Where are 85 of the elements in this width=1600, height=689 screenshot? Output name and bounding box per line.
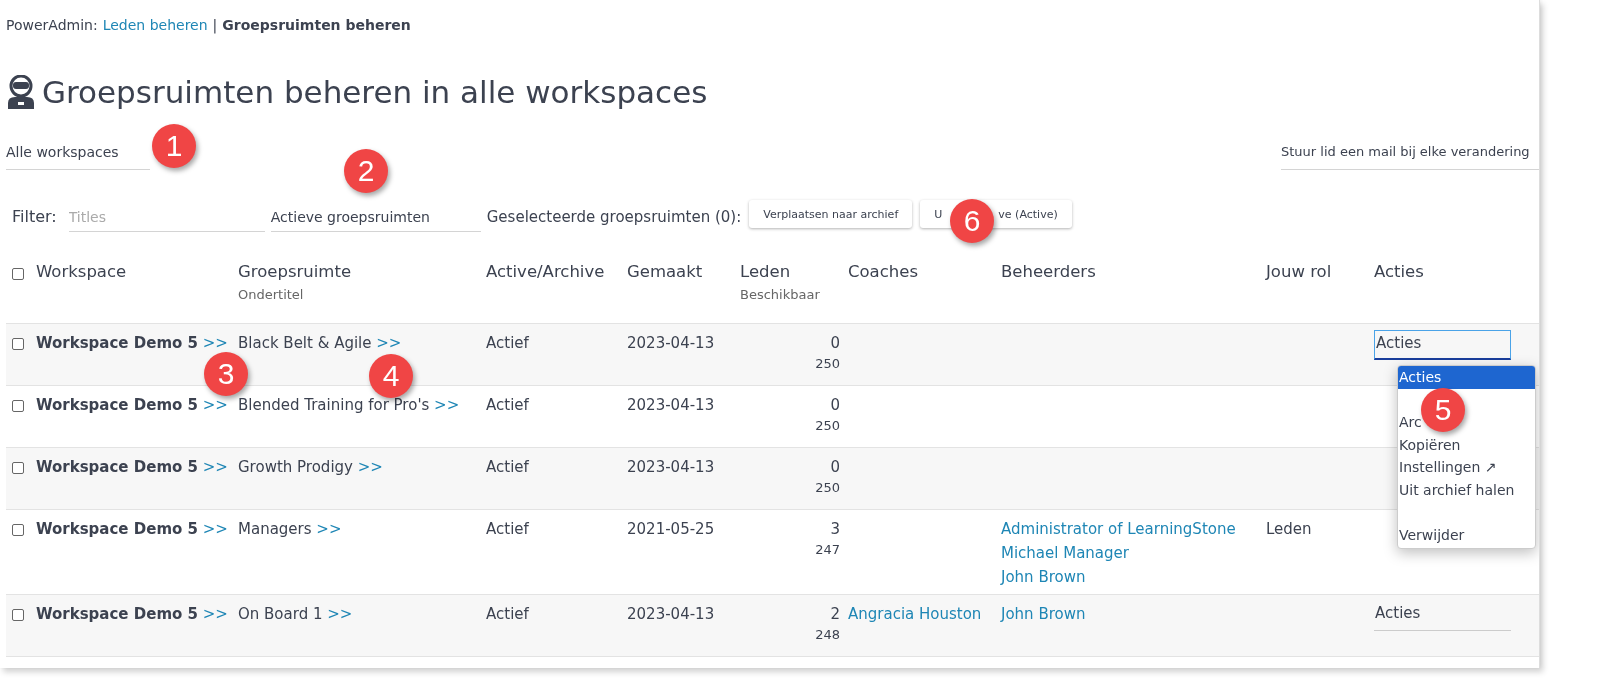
select-all-checkbox[interactable] xyxy=(12,268,24,280)
column-subheader: Ondertitel xyxy=(238,287,305,302)
member-count: 0 xyxy=(830,458,840,476)
date-cell: 2023-04-13 xyxy=(627,605,715,623)
workspace-link[interactable]: >> xyxy=(202,334,228,352)
column-header: Active/Archive xyxy=(486,262,606,281)
group-link[interactable]: >> xyxy=(434,396,460,414)
menu-option[interactable]: Instellingen ↗ xyxy=(1398,456,1535,479)
group-name: Blended Training for Pro's xyxy=(238,396,430,414)
status-cell: Actief xyxy=(486,520,529,538)
status-select[interactable]: Actieve groepsruimten xyxy=(270,205,481,232)
actions-select[interactable]: Acties xyxy=(1374,601,1511,631)
mail-select[interactable]: Stuur lid een mail bij elke verandering xyxy=(1281,140,1539,170)
manager-link[interactable]: John Brown xyxy=(1001,605,1264,623)
row-checkbox[interactable] xyxy=(12,524,24,536)
workspace-link[interactable]: >> xyxy=(202,605,228,623)
row-checkbox[interactable] xyxy=(12,338,24,350)
status-cell: Actief xyxy=(486,458,529,476)
available-count: 250 xyxy=(815,480,840,495)
member-count: 3 xyxy=(830,520,840,538)
workspace-name: Workspace Demo 5 xyxy=(36,605,198,623)
group-name: On Board 1 xyxy=(238,605,323,623)
available-count: 248 xyxy=(815,627,840,642)
group-link[interactable]: >> xyxy=(327,605,353,623)
menu-option[interactable]: Acties xyxy=(1398,366,1535,389)
column-header: Groepsruimte xyxy=(238,262,353,281)
page-title: Groepsruimten beheren in alle workspaces xyxy=(42,74,708,110)
group-name: Managers xyxy=(238,520,312,538)
manager-link[interactable]: Michael Manager xyxy=(1001,544,1264,562)
coach-link[interactable]: Angracia Houston xyxy=(848,605,999,623)
column-header: Coaches xyxy=(848,262,919,281)
menu-option[interactable]: Verwijder xyxy=(1398,523,1535,546)
date-cell: 2023-04-13 xyxy=(627,458,715,476)
member-count: 0 xyxy=(830,396,840,414)
column-header: Leden xyxy=(740,262,792,281)
column-header: Beheerders xyxy=(1001,262,1097,281)
column-header: Jouw rol xyxy=(1266,262,1333,281)
workspace-name: Workspace Demo 5 xyxy=(36,334,198,352)
user-icon xyxy=(6,75,36,109)
status-cell: Actief xyxy=(486,605,529,623)
workspace-name: Workspace Demo 5 xyxy=(36,520,198,538)
filter-label: Filter: xyxy=(11,207,58,228)
available-count: 250 xyxy=(815,418,840,433)
workspace-select[interactable]: Alle workspaces xyxy=(6,140,150,170)
menu-option[interactable]: Uit archief halen xyxy=(1398,478,1535,501)
date-cell: 2023-04-13 xyxy=(627,396,715,414)
menu-option[interactable]: Kopiëren xyxy=(1398,433,1535,456)
member-count: 2 xyxy=(830,605,840,623)
callout-badge: 6 xyxy=(950,199,994,243)
breadcrumb-current: Groepsruimten beheren xyxy=(222,17,411,35)
manager-link[interactable]: John Brown xyxy=(1001,568,1264,586)
row-checkbox[interactable] xyxy=(12,462,24,474)
status-cell: Actief xyxy=(486,396,529,414)
workspace-link[interactable]: >> xyxy=(202,520,228,538)
breadcrumb-separator: | xyxy=(212,17,218,36)
date-cell: 2023-04-13 xyxy=(627,334,715,352)
group-link[interactable]: >> xyxy=(316,520,342,538)
date-cell: 2021-05-25 xyxy=(627,520,715,538)
callout-badge: 2 xyxy=(344,149,388,193)
row-checkbox[interactable] xyxy=(12,400,24,412)
actions-select[interactable]: Acties xyxy=(1374,330,1511,360)
member-count: 0 xyxy=(830,334,840,352)
selected-count-label: Geselecteerde groepsruimten (0): xyxy=(486,208,742,228)
workspace-link[interactable]: >> xyxy=(202,458,228,476)
column-header: Gemaakt xyxy=(627,262,704,281)
available-count: 250 xyxy=(815,356,840,371)
breadcrumb-prefix: PowerAdmin: xyxy=(6,17,98,35)
column-header: Acties xyxy=(1374,262,1425,281)
row-checkbox[interactable] xyxy=(12,609,24,621)
available-count: 247 xyxy=(815,542,840,557)
breadcrumb-link[interactable]: Leden beheren xyxy=(102,17,208,39)
callout-badge: 1 xyxy=(152,124,196,168)
group-name: Growth Prodigy xyxy=(238,458,353,476)
workspace-name: Workspace Demo 5 xyxy=(36,396,198,414)
column-subheader: Beschikbaar xyxy=(740,287,821,302)
workspace-name: Workspace Demo 5 xyxy=(36,458,198,476)
status-cell: Actief xyxy=(486,334,529,352)
group-link[interactable]: >> xyxy=(376,334,402,352)
manager-link[interactable]: Administrator of LearningStone xyxy=(1001,520,1264,538)
group-name: Black Belt & Agile xyxy=(238,334,372,352)
workspace-link[interactable]: >> xyxy=(202,396,228,414)
role-cell: Leden xyxy=(1266,520,1312,538)
bulk-action-button[interactable]: Verplaatsen naar archief xyxy=(749,200,913,228)
column-header: Workspace xyxy=(36,262,128,281)
group-link[interactable]: >> xyxy=(357,458,383,476)
